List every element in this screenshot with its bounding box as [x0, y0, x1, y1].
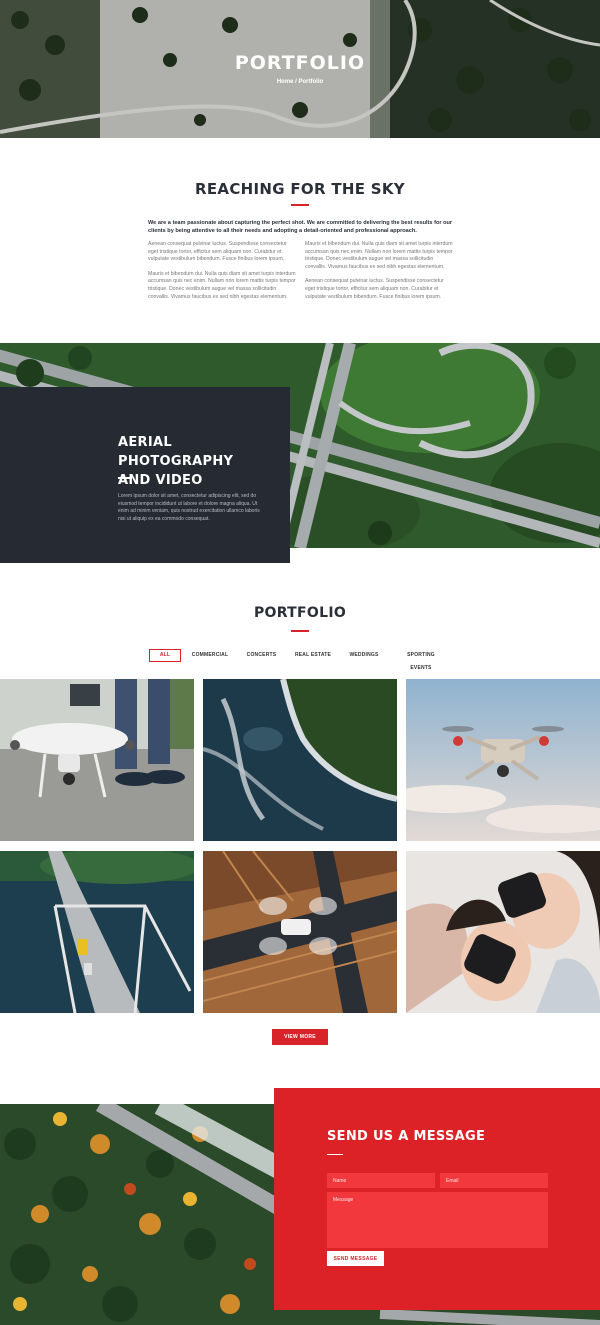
name-field[interactable]: [327, 1173, 435, 1188]
breadcrumb[interactable]: Home / Portfolio: [0, 79, 600, 85]
email-field[interactable]: [440, 1173, 548, 1188]
portfolio-title-divider: [291, 630, 309, 632]
about-title-divider: [291, 204, 309, 206]
filter-concerts[interactable]: CONCERTS: [244, 649, 279, 662]
view-more-button[interactable]: VIEW MORE: [272, 1029, 328, 1045]
filter-commercial[interactable]: COMMERCIAL: [191, 649, 229, 662]
send-message-button[interactable]: SEND MESSAGE: [327, 1251, 384, 1266]
about-left-column: Aenean consequat pulvinar luctus. Suspen…: [148, 241, 296, 308]
feature-title-line: AERIAL PHOTOGRAPHY: [118, 435, 234, 469]
portfolio-tile-bridge[interactable]: [0, 851, 194, 1013]
portfolio-tile-aerial-coast[interactable]: [203, 679, 397, 841]
contact-title: SEND US A MESSAGE: [327, 1129, 486, 1144]
about-title: REACHING FOR THE SKY: [195, 180, 405, 198]
feature-text: Lorem ipsum dolor sit amet, consectetur …: [118, 493, 260, 522]
about-right-column: Mauris et bibendum dui. Nulla quis diam …: [305, 241, 453, 308]
filter-all[interactable]: ALL: [149, 649, 181, 662]
filter-weddings[interactable]: WEDDINGS: [346, 649, 382, 662]
feature-divider: [118, 477, 132, 479]
about-left-paragraph: Mauris et bibendum dui. Nulla quis diam …: [148, 270, 296, 300]
about-right-paragraph: Mauris et bibendum dui. Nulla quis diam …: [305, 241, 453, 270]
portfolio-tile-vr-headsets[interactable]: [406, 851, 600, 1013]
filter-real-estate[interactable]: REAL ESTATE: [293, 649, 333, 662]
feature-title: AERIAL PHOTOGRAPHY AND VIDEO: [118, 433, 288, 490]
hero-banner: PORTFOLIO Home / Portfolio: [0, 0, 600, 138]
about-lead-text: We are a team passionate about capturing…: [148, 220, 453, 234]
feature-title-line: AND VIDEO: [118, 473, 203, 488]
portfolio-tile-drone-indoors[interactable]: [203, 851, 397, 1013]
filter-sporting-events[interactable]: SPORTING EVENTS: [396, 649, 446, 671]
about-right-paragraph: Aenean consequat pulvinar luctus. Suspen…: [305, 278, 444, 300]
about-left-paragraph: Aenean consequat pulvinar luctus. Suspen…: [148, 241, 287, 263]
portfolio-tile-drone-on-road[interactable]: [0, 679, 194, 841]
portfolio-tile-drone-in-sky[interactable]: [406, 679, 600, 841]
portfolio-filter-tabs: ALL COMMERCIAL CONCERTS REAL ESTATE WEDD…: [0, 649, 600, 671]
hero-title: PORTFOLIO: [234, 52, 366, 74]
contact-title-divider: [327, 1154, 343, 1155]
portfolio-title: PORTFOLIO: [253, 605, 347, 621]
message-field[interactable]: [327, 1192, 548, 1248]
